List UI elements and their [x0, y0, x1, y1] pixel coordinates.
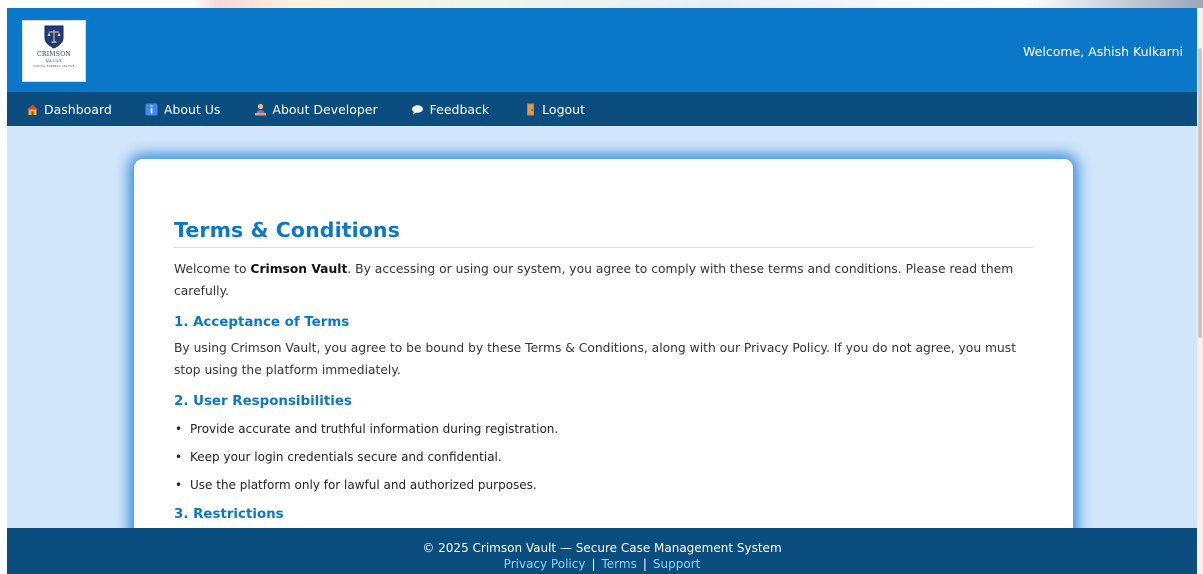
logo-tagline: JUDICIAL FORENSIC ARCHIVE: [33, 65, 75, 68]
section-heading-restrictions: 3. Restrictions: [174, 507, 284, 522]
footer-link-terms[interactable]: Terms: [602, 557, 637, 571]
footer-copyright: © 2025 Crimson Vault — Secure Case Manag…: [422, 541, 782, 555]
developer-icon: [253, 102, 267, 116]
section-text-acceptance: By using Crimson Vault, you agree to be …: [174, 341, 1017, 377]
nav-label-feedback: Feedback: [429, 101, 490, 117]
shield-scales-icon: [44, 25, 64, 49]
nav-label-about-us: About Us: [163, 101, 221, 117]
footer-separator: |: [591, 557, 596, 571]
footer-links: Privacy Policy | Terms | Support: [7, 556, 1197, 573]
nav-label-logout: Logout: [542, 101, 585, 117]
responsibilities-list: Provide accurate and truthful informatio…: [174, 415, 1033, 499]
footer-link-support[interactable]: Support: [653, 557, 700, 571]
nav-item-about-us[interactable]: About Us: [145, 101, 221, 117]
page-title: Terms & Conditions: [174, 218, 1033, 248]
terms-card: Terms & Conditions Welcome to Crimson Va…: [134, 159, 1073, 574]
section-heading-acceptance: 1. Acceptance of Terms: [174, 315, 350, 330]
terms-content: Terms & Conditions Welcome to Crimson Va…: [174, 218, 1033, 522]
nav-item-feedback[interactable]: Feedback: [411, 101, 490, 117]
intro-prefix: Welcome to: [174, 262, 251, 276]
nav-item-logout[interactable]: Logout: [523, 102, 585, 117]
logo-title: CRIMSON: [36, 51, 71, 58]
nav-item-dashboard[interactable]: Dashboard: [25, 102, 112, 117]
scrollbar-thumb[interactable]: [1198, 48, 1202, 338]
browser-top-strip: [0, 0, 1203, 8]
terms-intro: Welcome to Crimson Vault. By accessing o…: [174, 258, 1033, 302]
door-icon: [523, 102, 537, 116]
home-icon: [25, 102, 39, 116]
logo-subtitle: VAULT: [45, 58, 63, 63]
main-nav: Dashboard About Us About Developer Feedb…: [7, 92, 1197, 126]
crimson-vault-logo[interactable]: CRIMSON VAULT JUDICIAL FORENSIC ARCHIVE: [22, 20, 86, 82]
speech-bubble-icon: [411, 102, 425, 116]
nav-item-about-developer[interactable]: About Developer: [253, 101, 378, 117]
nav-label-dashboard: Dashboard: [44, 101, 112, 117]
footer-separator: |: [642, 557, 647, 571]
nav-label-about-developer: About Developer: [272, 101, 378, 117]
list-item: Provide accurate and truthful informatio…: [174, 415, 1033, 443]
welcome-message: Welcome, Ashish Kulkarni: [1023, 44, 1183, 59]
intro-brand: Crimson Vault: [250, 262, 348, 276]
site-footer: © 2025 Crimson Vault — Secure Case Manag…: [7, 528, 1197, 574]
footer-link-privacy[interactable]: Privacy Policy: [504, 557, 586, 571]
info-icon: [145, 102, 159, 116]
page-frame: CRIMSON VAULT JUDICIAL FORENSIC ARCHIVE …: [7, 8, 1197, 574]
list-item: Use the platform only for lawful and aut…: [174, 471, 1033, 499]
scrollbar[interactable]: [1197, 8, 1203, 574]
list-item: Keep your login credentials secure and c…: [174, 443, 1033, 471]
site-header: CRIMSON VAULT JUDICIAL FORENSIC ARCHIVE …: [7, 8, 1197, 92]
section-heading-responsibilities: 2. User Responsibilities: [174, 394, 352, 409]
